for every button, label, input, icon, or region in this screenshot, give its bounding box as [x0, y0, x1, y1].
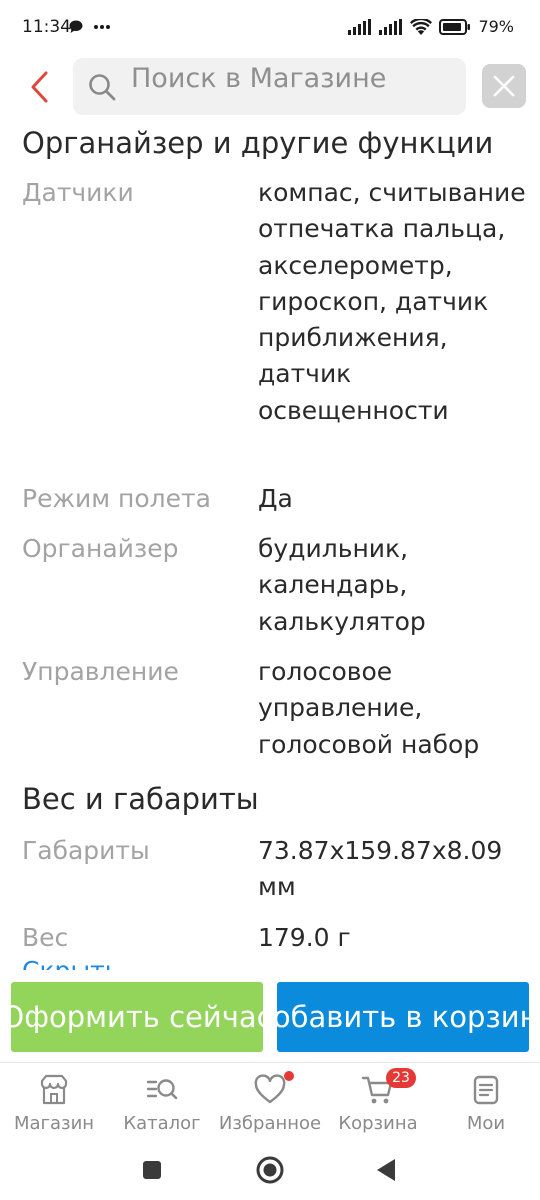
- triangle-back-icon: [377, 1159, 395, 1181]
- battery-percent: 79%: [478, 17, 514, 36]
- add-to-cart-button[interactable]: Добавить в корзину: [277, 982, 529, 1052]
- recents-button[interactable]: [136, 1154, 168, 1186]
- nav-item-store[interactable]: Магазин: [0, 1063, 108, 1141]
- spec-value-sensors: компас, считывание отпечатка пальца, акс…: [258, 178, 526, 425]
- section-title-organizer: Органайзер и другие функции: [22, 126, 494, 160]
- spec-value-control: голосовое управление, голосовой набор: [258, 657, 480, 759]
- catalog-icon: [146, 1079, 178, 1100]
- more-dots-icon: [94, 25, 110, 29]
- spec-value-organizer: будильник, календарь, калькулятор: [258, 534, 426, 636]
- nav-label-cart: Корзина: [338, 1113, 418, 1134]
- buy-now-button[interactable]: Оформить сейчас: [11, 982, 263, 1052]
- close-icon: [493, 75, 515, 97]
- system-back-button[interactable]: [370, 1154, 402, 1186]
- nav-item-profile[interactable]: Мои: [432, 1063, 540, 1141]
- back-button[interactable]: [22, 64, 56, 110]
- chevron-left-icon: [31, 71, 48, 103]
- spec-value-flight-mode: Да: [258, 484, 293, 513]
- home-button[interactable]: [254, 1154, 286, 1186]
- spec-label-organizer: Органайзер: [22, 534, 179, 563]
- battery-icon: [439, 18, 471, 35]
- cart-badge: 23: [386, 1068, 416, 1088]
- status-time: 11:34: [22, 17, 71, 37]
- header: [0, 56, 540, 118]
- spec-label-flight-mode: Режим полета: [22, 484, 211, 513]
- signal-icon: [348, 18, 372, 35]
- wifi-icon: [410, 18, 433, 35]
- nav-item-catalog[interactable]: Каталог: [108, 1063, 216, 1141]
- square-recents-icon: [143, 1161, 161, 1179]
- system-nav-bar: [0, 1140, 540, 1200]
- signal-icon-2: [379, 18, 403, 35]
- nav-label-favorites: Избранное: [218, 1113, 322, 1134]
- hide-link[interactable]: Скрыть: [22, 956, 119, 970]
- nav-label-store: Магазин: [13, 1113, 95, 1134]
- nav-item-favorites[interactable]: Избранное: [216, 1063, 324, 1141]
- bottom-nav: Магазин Каталог Избранное 23 Корзина Мои: [0, 1062, 540, 1141]
- status-notification-icons: [68, 19, 111, 35]
- nav-label-profile: Мои: [466, 1113, 506, 1134]
- section-title-size: Вес и габариты: [22, 782, 259, 816]
- nav-label-catalog: Каталог: [123, 1113, 201, 1134]
- store-icon: [40, 1074, 68, 1105]
- action-bar: Оформить сейчас Добавить в корзину: [0, 970, 540, 1062]
- nav-item-cart[interactable]: 23 Корзина: [324, 1063, 432, 1141]
- heart-icon: [254, 1074, 286, 1104]
- status-bar: 11:34 79%: [0, 0, 540, 56]
- search-icon: [89, 74, 116, 101]
- chat-bubble-icon: [69, 20, 83, 33]
- circle-home-icon: [256, 1156, 284, 1184]
- favorites-dot: [284, 1071, 294, 1081]
- spec-value-dimensions: 73.87x159.87x8.09 мм: [258, 836, 503, 902]
- spec-label-sensors: Датчики: [22, 178, 134, 207]
- search-box[interactable]: [73, 58, 466, 115]
- spec-label-control: Управление: [22, 657, 179, 686]
- specs-content[interactable]: Органайзер и другие функции Датчики комп…: [0, 118, 540, 970]
- spec-label-dimensions: Габариты: [22, 836, 150, 865]
- spec-label-weight: Вес: [22, 923, 69, 952]
- status-system-icons: 79%: [348, 17, 514, 36]
- spec-value-weight: 179.0 г: [258, 923, 351, 952]
- clear-button[interactable]: [482, 64, 526, 108]
- search-input[interactable]: [131, 58, 451, 98]
- profile-list-icon: [473, 1075, 499, 1105]
